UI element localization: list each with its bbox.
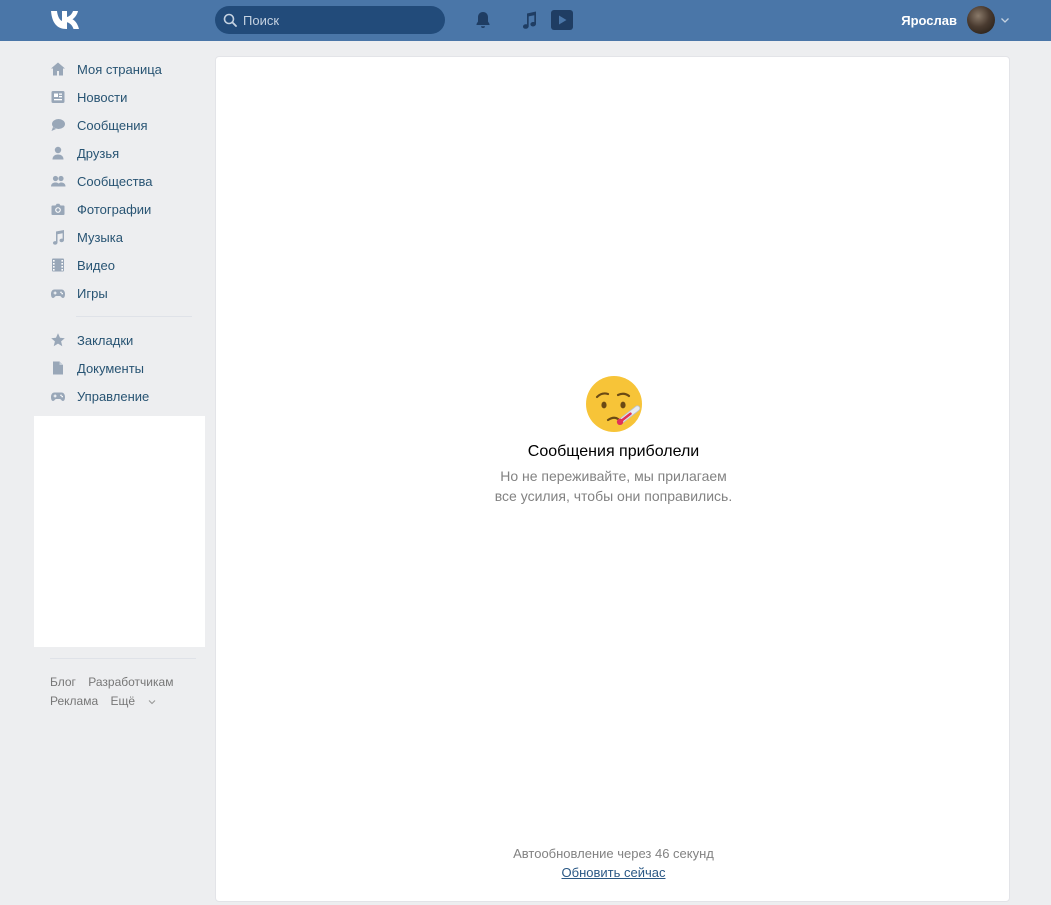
- sidebar-item-label: Музыка: [77, 229, 123, 245]
- chevron-down-icon: [148, 699, 156, 704]
- footer-link-blog[interactable]: Блог: [50, 675, 76, 689]
- sidebar-item-label: Фотографии: [77, 201, 152, 217]
- refresh-now-container: Обновить сейчас: [216, 865, 1011, 880]
- refresh-now-link[interactable]: Обновить сейчас: [562, 865, 666, 880]
- messages-icon: [51, 119, 65, 131]
- sidebar-item-documents[interactable]: Документы: [34, 354, 205, 382]
- ad-block: [34, 416, 205, 647]
- gamepad-icon: [51, 289, 65, 298]
- user-menu[interactable]: Ярослав: [880, 5, 1010, 35]
- sidebar-divider: [76, 316, 192, 317]
- friend-icon: [52, 146, 64, 160]
- sidebar-footer-links: Блог Разработчикам Реклама Ещё: [50, 673, 210, 711]
- star-icon: [51, 333, 65, 347]
- sidebar-item-label: Моя страница: [77, 61, 162, 77]
- sidebar-item-bookmarks[interactable]: Закладки: [34, 326, 205, 354]
- sidebar-item-my-page[interactable]: Моя страница: [34, 55, 205, 83]
- messages-panel: Сообщения приболели Но не переживайте, м…: [215, 56, 1010, 902]
- sidebar-item-label: Видео: [77, 257, 115, 273]
- top-header: Ярослав: [0, 0, 1051, 41]
- sidebar-item-management[interactable]: Управление: [34, 382, 205, 410]
- footer-more-button[interactable]: Ещё: [110, 692, 156, 711]
- sidebar-item-label: Документы: [77, 360, 145, 376]
- sidebar-item-messages[interactable]: Сообщения: [34, 111, 205, 139]
- sidebar-item-label: Игры: [77, 285, 108, 301]
- sidebar-item-news[interactable]: Новости: [34, 83, 205, 111]
- sidebar-item-label: Друзья: [77, 145, 120, 161]
- document-icon: [53, 361, 63, 375]
- sidebar-item-label: Управление: [77, 388, 150, 404]
- footer-divider: [50, 658, 196, 659]
- sidebar-item-music[interactable]: Музыка: [34, 223, 205, 251]
- bell-icon[interactable]: [473, 10, 493, 30]
- home-icon: [51, 62, 65, 76]
- camera-icon: [51, 203, 65, 215]
- music-icon[interactable]: [519, 10, 539, 30]
- left-sidebar: Моя страница Новости Сообщения Друзья Со…: [34, 55, 205, 410]
- error-title: Сообщения приболели: [527, 443, 700, 460]
- sick-emoji-icon: [586, 376, 642, 432]
- news-icon: [51, 91, 65, 103]
- sidebar-item-games[interactable]: Игры: [34, 279, 205, 307]
- search-box[interactable]: [215, 6, 445, 34]
- sidebar-item-video[interactable]: Видео: [34, 251, 205, 279]
- error-text-line: Но не переживайте, мы прилагаем: [500, 468, 727, 484]
- gamepad-icon: [51, 392, 65, 401]
- footer-link-developers[interactable]: Разработчикам: [88, 675, 173, 689]
- music-icon: [53, 230, 64, 245]
- sidebar-item-label: Новости: [77, 89, 128, 105]
- footer-link-ads[interactable]: Реклама: [50, 694, 98, 708]
- chevron-down-icon: [1001, 18, 1009, 23]
- search-icon: [223, 13, 237, 27]
- avatar: [967, 6, 995, 34]
- vk-logo-icon[interactable]: [50, 8, 84, 32]
- error-text-line: все усилия, чтобы они поправились.: [494, 488, 733, 504]
- footer-more-label: Ещё: [110, 694, 136, 708]
- auto-refresh-status: Автообновление через 46 секунд: [513, 846, 714, 861]
- sidebar-item-groups[interactable]: Сообщества: [34, 167, 205, 195]
- sidebar-item-label: Закладки: [77, 332, 134, 348]
- sidebar-item-label: Сообщества: [77, 173, 153, 189]
- sidebar-item-photos[interactable]: Фотографии: [34, 195, 205, 223]
- user-name: Ярослав: [901, 12, 957, 28]
- search-input[interactable]: [243, 6, 438, 34]
- error-description: Но не переживайте, мы прилагаем все усил…: [216, 466, 1011, 506]
- film-icon: [52, 258, 64, 272]
- sidebar-item-label: Сообщения: [77, 117, 148, 133]
- video-icon[interactable]: [549, 9, 575, 31]
- groups-icon: [51, 175, 66, 187]
- sidebar-item-friends[interactable]: Друзья: [34, 139, 205, 167]
